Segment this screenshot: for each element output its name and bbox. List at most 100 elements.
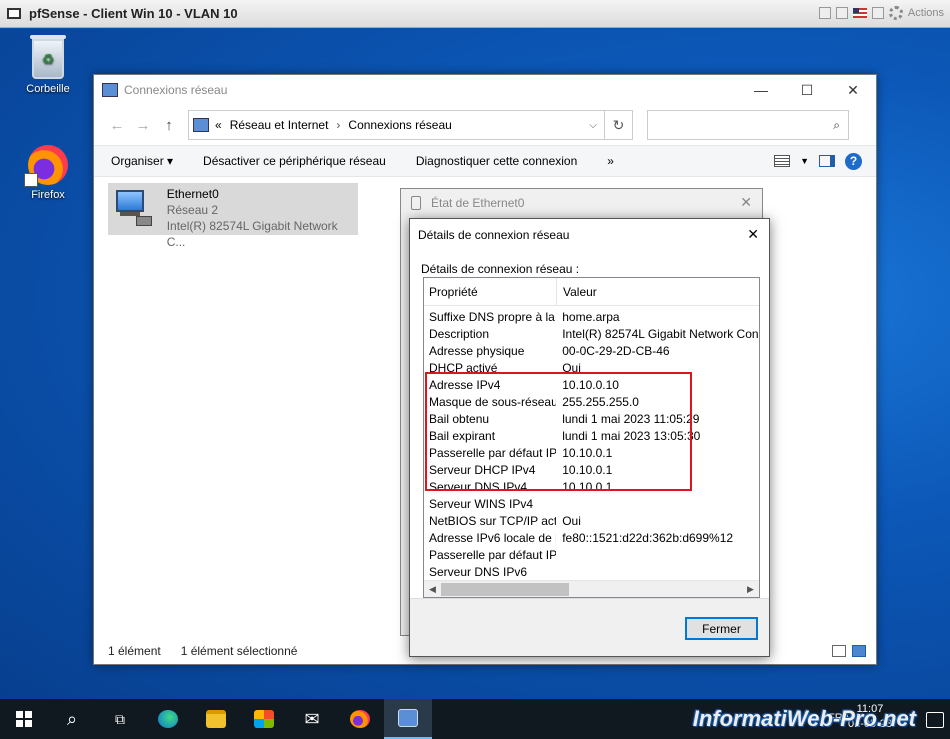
value-cell: Oui [562,360,581,375]
breadcrumb-current[interactable]: Connexions réseau [348,118,451,132]
forward-arrow-icon[interactable]: → [130,117,156,134]
value-cell: home.arpa [562,309,620,324]
column-header-value[interactable]: Valeur [557,285,597,299]
property-cell: Adresse IPv4 [429,377,501,392]
value-cell: 00-0C-29-2D-CB-46 [562,343,670,358]
list-item[interactable]: Description Intel(R) 82574L Gigabit Netwo… [424,325,759,342]
selected-count: 1 élément sélectionné [180,644,298,658]
close-icon[interactable]: ✕ [740,194,752,211]
list-item[interactable]: NetBIOS sur TCP/IP act... Oui [424,512,759,529]
windows-logo-icon [16,711,32,727]
window-title: Connexions réseau [124,83,228,97]
property-cell: Serveur DNS IPv6 [429,564,528,579]
edge-icon[interactable] [144,699,192,739]
dialog-title-bar: État de Ethernet0 [401,189,762,217]
chevron-down-icon[interactable]: ⌵ [582,120,604,131]
search-input[interactable]: ⌕ [647,110,849,140]
mail-icon[interactable]: ✉ [288,699,336,739]
property-cell: DHCP activé [429,360,498,375]
value-cell: Intel(R) 82574L Gigabit Network Connect [562,326,759,341]
list-item[interactable]: Bail obtenu lundi 1 mai 2023 11:05:29 [424,410,759,427]
close-button[interactable]: Fermer [685,617,758,640]
list-item[interactable]: Serveur DHCP IPv4 10.10.0.1 [424,461,759,478]
start-button[interactable] [0,699,48,739]
list-item[interactable]: Adresse IPv6 locale de li... fe80::1521:d… [424,529,759,546]
list-header: Propriété Valeur [424,278,759,306]
close-button[interactable]: ✕ [830,75,876,105]
value-cell: lundi 1 mai 2023 11:05:29 [562,411,700,426]
vm-screen-icon[interactable] [871,7,884,19]
value-cell: 10.10.0.1 [562,479,613,494]
breadcrumb-overflow[interactable]: « [215,118,222,132]
list-item[interactable]: Serveur DNS IPv6 [424,563,759,580]
desktop-icon-recycle-bin[interactable]: Corbeille [13,35,83,95]
property-cell: Serveur DHCP IPv4 [429,462,536,477]
property-cell: Description [429,326,490,341]
list-item[interactable]: Bail expirant lundi 1 mai 2023 13:05:30 [424,427,759,444]
property-cell: Bail obtenu [429,411,490,426]
details-view-icon[interactable] [832,645,846,657]
vm-actions-menu[interactable]: Actions [908,7,944,19]
file-explorer-icon[interactable] [192,699,240,739]
scroll-left-icon[interactable]: ◀ [424,584,441,595]
vm-console-icon [7,8,21,19]
dialog-title-bar: Détails de connexion réseau [410,219,769,251]
close-icon[interactable]: ✕ [747,226,759,243]
chevron-down-icon[interactable]: ▼ [800,156,809,166]
network-adapter-item[interactable]: Ethernet0 Réseau 2 Intel(R) 82574L Gigab… [108,183,358,249]
adapter-description: Intel(R) 82574L Gigabit Network C... [166,219,338,249]
dialog-title: Détails de connexion réseau [418,228,570,242]
list-item[interactable]: Suffixe DNS propre à la ... home.arpa [424,308,759,325]
details-list[interactable]: Propriété Valeur Suffixe DNS propre à la… [423,277,760,598]
task-view-icon[interactable]: ⧉ [96,699,144,739]
property-cell: Serveur DNS IPv4 [429,479,528,494]
preview-pane-icon[interactable] [819,155,835,167]
maximize-button[interactable]: ☐ [784,75,830,105]
value-cell: fe80::1521:d22d:362b:d699%12 [562,530,734,545]
store-icon[interactable] [240,699,288,739]
search-icon[interactable]: ⌕ [48,699,96,739]
breadcrumb-parent[interactable]: Réseau et Internet [230,118,329,132]
list-item[interactable]: Serveur WINS IPv4 [424,495,759,512]
scroll-thumb[interactable] [441,582,569,596]
help-icon[interactable]: ? [845,152,862,170]
gear-icon[interactable] [888,6,903,20]
list-item[interactable]: Adresse IPv4 10.10.0.10 [424,376,759,393]
diagnose-connection-button[interactable]: Diagnostiquer cette connexion [416,154,577,168]
notification-icon[interactable] [926,712,944,728]
change-view-icon[interactable] [774,155,791,167]
value-cell: Oui [562,513,581,528]
up-arrow-icon[interactable]: ↑ [156,117,182,134]
navigation-bar: ← → ↑ « Réseau et Internet › Connexions … [94,105,876,145]
list-item[interactable]: Passerelle par défaut IPv6 [424,546,759,563]
list-item[interactable]: Masque de sous-réseau ... 255.255.255.0 [424,393,759,410]
list-item[interactable]: Passerelle par défaut IPv4 10.10.0.1 [424,444,759,461]
tiles-view-icon[interactable] [852,645,866,657]
more-commands-button[interactable]: » [607,154,614,168]
column-header-property[interactable]: Propriété [424,278,557,305]
property-cell: Serveur WINS IPv4 [429,496,534,511]
desktop-icon-firefox[interactable]: Firefox [13,145,83,201]
back-arrow-icon[interactable]: ← [104,117,130,134]
adapter-network: Réseau 2 [166,203,219,217]
recycle-bin-icon [30,35,66,79]
keyboard-flag-icon[interactable] [852,8,867,18]
list-item[interactable]: DHCP activé Oui [424,359,759,376]
organize-menu[interactable]: Organiser ▾ [111,154,173,168]
vm-minimize-icon[interactable] [818,7,831,19]
property-cell: Masque de sous-réseau ... [429,394,557,409]
list-item[interactable]: Adresse physique 00-0C-29-2D-CB-46 [424,342,759,359]
value-cell: 10.10.0.10 [562,377,619,392]
horizontal-scrollbar[interactable]: ◀ ▶ [424,580,759,597]
minimize-button[interactable]: — [738,75,784,105]
watermark: InformatiWeb-Pro.net [692,706,916,731]
list-item[interactable]: Serveur DNS IPv4 10.10.0.1 [424,478,759,495]
vm-restore-icon[interactable] [835,7,848,19]
refresh-icon[interactable]: ↻ [605,110,633,140]
firefox-icon[interactable] [336,699,384,739]
address-bar[interactable]: « Réseau et Internet › Connexions réseau… [188,110,605,140]
network-adapter-icon [112,186,155,228]
network-connections-taskbar-icon[interactable] [384,699,432,739]
scroll-right-icon[interactable]: ▶ [742,584,759,595]
disable-device-button[interactable]: Désactiver ce périphérique réseau [203,154,386,168]
